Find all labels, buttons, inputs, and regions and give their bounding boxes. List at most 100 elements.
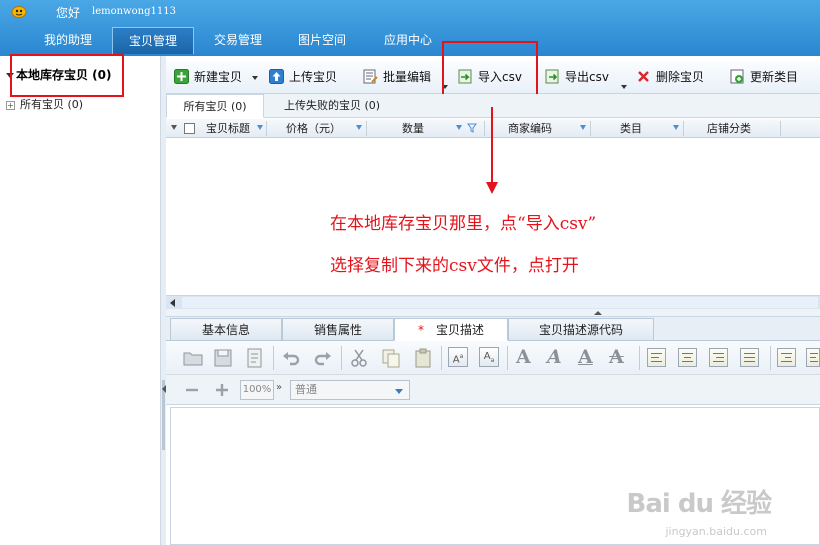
export-csv-button[interactable]: 导出csv bbox=[545, 61, 609, 94]
align-justify-icon[interactable] bbox=[740, 348, 759, 367]
tab-upload-failed-items[interactable]: 上传失败的宝贝 (0) bbox=[266, 94, 398, 118]
delete-item-button[interactable]: 删除宝贝 bbox=[636, 61, 704, 94]
cut-scissors-icon[interactable] bbox=[348, 347, 370, 369]
annotation-line-1: 在本地库存宝贝那里，点“导入csv” bbox=[330, 214, 597, 234]
taobao-logo-icon bbox=[11, 6, 27, 18]
undo-icon[interactable] bbox=[280, 347, 302, 369]
new-item-label: 新建宝贝 bbox=[194, 70, 243, 84]
description-edit-area[interactable]: Bai du 经验 jingyan.baidu.com bbox=[170, 407, 820, 545]
new-item-button[interactable]: 新建宝贝 bbox=[174, 61, 242, 94]
toolbar-separator bbox=[441, 346, 442, 370]
update-category-button[interactable]: 更新类目 bbox=[730, 61, 798, 94]
filter-icon[interactable] bbox=[257, 125, 263, 130]
nav-tab-item-management[interactable]: 宝贝管理 bbox=[112, 27, 194, 54]
tab-sales-attributes[interactable]: 销售属性 bbox=[282, 318, 394, 341]
item-list-tabs: 所有宝贝 (0) 上传失败的宝贝 (0) bbox=[166, 94, 820, 118]
toolbar-separator bbox=[770, 346, 771, 370]
column-header-price[interactable]: 价格（元） bbox=[286, 119, 341, 138]
column-settings-icon[interactable] bbox=[466, 122, 478, 134]
username-text: lemonwong1113 bbox=[92, 6, 176, 17]
tree-item-all-items[interactable]: + 所有宝贝 (0) bbox=[6, 96, 83, 112]
watermark-logo: Bai du 经验 bbox=[627, 483, 772, 520]
column-header-title[interactable]: 宝贝标题 bbox=[206, 119, 250, 138]
scrollbar-track[interactable] bbox=[182, 297, 818, 308]
scroll-left-icon[interactable] bbox=[170, 299, 175, 307]
align-center-icon[interactable] bbox=[678, 348, 697, 367]
document-icon[interactable] bbox=[244, 347, 266, 369]
batch-edit-label: 批量编辑 bbox=[383, 70, 432, 84]
required-marker: * bbox=[417, 323, 424, 337]
upload-arrow-icon bbox=[269, 69, 284, 84]
column-header-quantity[interactable]: 数量 bbox=[402, 119, 424, 138]
editor-tabs: 基本信息 销售属性 * 宝贝描述 宝贝描述源代码 bbox=[166, 317, 820, 341]
indent-icon[interactable] bbox=[777, 348, 796, 367]
horizontal-splitter[interactable] bbox=[166, 309, 820, 317]
filter-icon[interactable] bbox=[356, 125, 362, 130]
superscript-icon[interactable]: Aa bbox=[448, 347, 468, 367]
batch-edit-button[interactable]: 批量编辑 bbox=[363, 61, 431, 94]
copy-icon[interactable] bbox=[380, 347, 402, 369]
sort-indicator-icon[interactable] bbox=[171, 125, 177, 130]
paragraph-style-select[interactable]: 普通 bbox=[290, 380, 410, 400]
tab-basic-info[interactable]: 基本信息 bbox=[170, 318, 282, 341]
paragraph-style-value: 普通 bbox=[295, 383, 317, 396]
tab-item-description-label: 宝贝描述 bbox=[435, 323, 484, 337]
export-csv-label: 导出csv bbox=[565, 70, 609, 84]
chevron-down-icon[interactable] bbox=[395, 389, 403, 394]
update-category-icon bbox=[730, 69, 744, 84]
outdent-icon[interactable] bbox=[806, 348, 820, 367]
tab-item-description[interactable]: * 宝贝描述 bbox=[394, 318, 508, 341]
align-right-icon[interactable] bbox=[709, 348, 728, 367]
batch-edit-icon bbox=[363, 69, 378, 84]
filter-icon[interactable] bbox=[580, 125, 586, 130]
nav-tab-trade-management[interactable]: 交易管理 bbox=[200, 27, 276, 54]
column-header-category[interactable]: 类目 bbox=[620, 119, 642, 138]
select-all-checkbox[interactable] bbox=[184, 123, 195, 134]
zoom-out-minus-icon[interactable] bbox=[184, 383, 200, 397]
italic-icon[interactable]: A bbox=[547, 346, 562, 368]
filter-icon[interactable] bbox=[456, 125, 462, 130]
delete-item-label: 删除宝贝 bbox=[656, 70, 705, 84]
upload-item-label: 上传宝贝 bbox=[289, 70, 338, 84]
tab-description-source-code[interactable]: 宝贝描述源代码 bbox=[508, 318, 654, 341]
export-csv-dropdown-icon[interactable] bbox=[621, 85, 627, 89]
paste-clipboard-icon[interactable] bbox=[412, 347, 434, 369]
filter-icon[interactable] bbox=[673, 125, 679, 130]
table-header: 宝贝标题 价格（元） 数量 商家编码 类目 店铺分类 bbox=[166, 119, 820, 138]
column-divider bbox=[590, 121, 591, 136]
column-header-shop-category[interactable]: 店铺分类 bbox=[707, 119, 751, 138]
collapse-up-icon[interactable] bbox=[594, 311, 602, 315]
underline-icon[interactable]: A bbox=[578, 346, 593, 368]
align-left-icon[interactable] bbox=[647, 348, 666, 367]
editor-toolbar: Aa Aa A A A A bbox=[166, 341, 820, 375]
nav-tab-my-assistant[interactable]: 我的助理 bbox=[30, 27, 106, 54]
zoom-level-field[interactable]: 100% bbox=[240, 380, 274, 400]
horizontal-scrollbar[interactable] bbox=[166, 295, 820, 309]
top-bar: 您好 lemonwong1113 我的助理 宝贝管理 交易管理 图片空间 应用中… bbox=[0, 0, 820, 56]
greeting-text: 您好 bbox=[56, 6, 81, 20]
tree-item-label: 所有宝贝 (0) bbox=[20, 98, 84, 111]
plus-icon bbox=[174, 69, 189, 84]
nav-tab-app-center[interactable]: 应用中心 bbox=[370, 27, 446, 54]
plus-expand-icon[interactable]: + bbox=[6, 100, 15, 110]
redo-icon[interactable] bbox=[312, 347, 334, 369]
more-chevron-icon[interactable]: » bbox=[276, 382, 282, 393]
upload-item-button[interactable]: 上传宝贝 bbox=[269, 61, 337, 94]
toolbar-separator bbox=[639, 346, 640, 370]
strikethrough-icon[interactable]: A bbox=[609, 346, 624, 368]
zoom-in-plus-icon[interactable] bbox=[214, 382, 230, 398]
column-header-merchant-code[interactable]: 商家编码 bbox=[508, 119, 552, 138]
highlight-box-local-inventory bbox=[10, 54, 124, 97]
new-item-dropdown-icon[interactable] bbox=[252, 76, 258, 80]
open-folder-icon[interactable] bbox=[182, 347, 204, 369]
annotation-arrow-line bbox=[491, 107, 493, 182]
editor-toolbar-row-2: 100% » 普通 bbox=[166, 375, 820, 405]
tab-all-items[interactable]: 所有宝贝 (0) bbox=[166, 94, 264, 118]
bold-icon[interactable]: A bbox=[516, 346, 531, 368]
left-tree-panel: 本地库存宝贝 (0) + 所有宝贝 (0) bbox=[0, 56, 161, 545]
save-disk-icon[interactable] bbox=[212, 347, 234, 369]
export-csv-icon bbox=[545, 69, 559, 84]
nav-tab-picture-space[interactable]: 图片空间 bbox=[284, 27, 360, 54]
subscript-icon[interactable]: Aa bbox=[479, 347, 499, 367]
column-divider bbox=[266, 121, 267, 136]
